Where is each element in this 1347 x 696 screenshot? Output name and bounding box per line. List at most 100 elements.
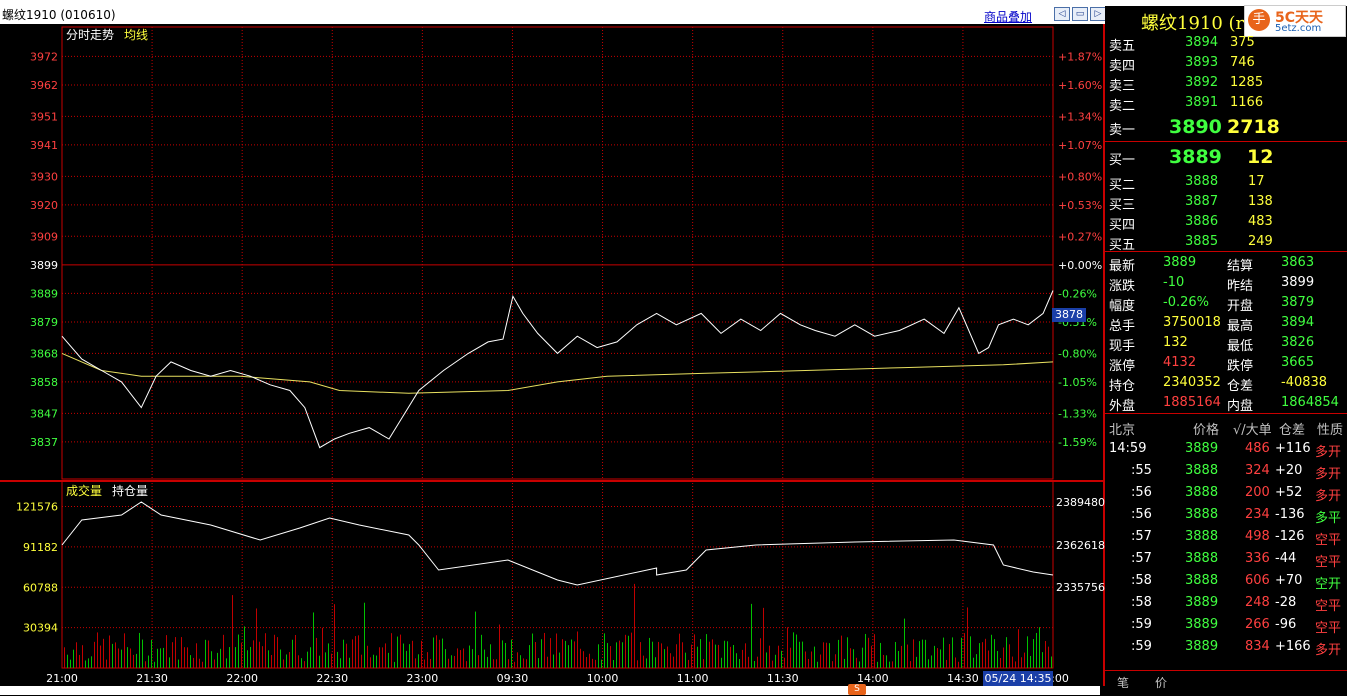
tick-price: 3888: [1185, 529, 1219, 544]
volume-bar: [691, 644, 692, 668]
volume-bar: [703, 659, 704, 668]
volume-bar: [214, 659, 215, 668]
volume-bar: [670, 653, 671, 668]
average-price-line: [61, 352, 1054, 394]
volume-bar: [385, 643, 386, 668]
volume-bar: [103, 638, 104, 668]
pct-tick-label: -1.33%: [1058, 407, 1097, 420]
volume-bar: [1027, 636, 1028, 668]
ask-label: 卖一: [1109, 123, 1136, 138]
volume-bar: [928, 659, 929, 668]
ask-row: 卖三 3892 1285: [1105, 73, 1347, 94]
volume-bar: [76, 642, 77, 668]
tick-nature: 多开: [1315, 467, 1342, 482]
volume-bar: [301, 658, 302, 668]
avg-label: 均线: [124, 28, 148, 42]
stat-value: 4132: [1163, 355, 1197, 370]
volume-bar: [985, 638, 986, 668]
stat-row: 最新 3889 结算 3863: [1105, 253, 1347, 274]
stat-label: 涨停: [1109, 359, 1136, 374]
volume-bar: [595, 659, 596, 668]
volume-bar: [514, 661, 515, 668]
volume-bar: [481, 634, 482, 668]
tab-price[interactable]: 价: [1155, 674, 1167, 691]
volume-bar: [667, 646, 668, 668]
price-line: [61, 290, 1054, 449]
volume-bar: [916, 656, 917, 668]
oi-label: 持仓量: [112, 483, 148, 498]
volume-bar: [796, 634, 797, 668]
volume-bar: [307, 651, 308, 668]
volume-bar: [223, 634, 224, 668]
volume-bar: [730, 646, 731, 668]
tick-volume: 266: [1245, 617, 1270, 632]
volume-bar: [118, 648, 119, 668]
volume-bar: [295, 634, 296, 668]
stat-value: 3879: [1281, 295, 1315, 310]
price-tick-label: 3962: [30, 79, 58, 92]
volume-bar: [526, 659, 527, 668]
volume-bar: [433, 637, 434, 668]
time-tick-label: 09:30: [497, 672, 529, 685]
pct-tick-label: +1.07%: [1058, 139, 1102, 152]
volume-bar: [157, 648, 158, 668]
volume-bar: [955, 657, 956, 668]
tick-row: :55 3888 324 +20 多开: [1105, 461, 1347, 482]
pct-tick-label: +0.80%: [1058, 170, 1102, 183]
ask-price: 3894: [1185, 35, 1219, 50]
volume-bar: [685, 652, 686, 668]
volume-bar: [211, 651, 212, 668]
volume-bar: [424, 659, 425, 668]
price-tick-label: 3858: [30, 376, 58, 389]
tick-time: 14:59: [1109, 441, 1147, 456]
volume-bar: [256, 608, 257, 668]
volume-bar: [151, 639, 152, 668]
volume-bar: [289, 652, 290, 668]
volume-bar: [250, 646, 251, 668]
volume-bar: [367, 645, 368, 668]
volume-bar: [973, 657, 974, 668]
volume-bar: [529, 645, 530, 668]
volume-bar: [742, 649, 743, 668]
volume-bar: [148, 655, 149, 668]
volume-bar: [655, 657, 656, 668]
stat-label: 幅度: [1109, 299, 1136, 314]
tick-nature: 空平: [1315, 533, 1342, 548]
volume-bar: [403, 643, 404, 668]
price-tick-label: 3941: [30, 139, 58, 152]
ask-price: 3892: [1185, 75, 1219, 90]
tick-time: :56: [1131, 507, 1152, 522]
volume-bar: [397, 636, 398, 668]
volume-bar: [748, 656, 749, 668]
tick-time: :55: [1131, 463, 1152, 478]
volume-bar: [208, 640, 209, 668]
stat-label: 现手: [1109, 339, 1136, 354]
volume-bar: [610, 646, 611, 668]
price-tick-label: 3837: [30, 436, 58, 449]
tick-nature: 空开: [1315, 577, 1342, 592]
tick-volume: 200: [1245, 485, 1270, 500]
volume-bar: [94, 641, 95, 668]
stat-label: 昨结: [1227, 279, 1254, 294]
volume-bar: [676, 644, 677, 668]
intraday-chart[interactable]: 3972 +1.87% 3962 +1.60% 3951 +1.34% 3941 +1.07%…: [0, 0, 1105, 686]
volume-bar: [637, 660, 638, 668]
volume-bar: [1039, 627, 1040, 668]
volume-bar: [838, 639, 839, 668]
volume-bar: [832, 661, 833, 668]
tick-price: 3889: [1185, 639, 1219, 654]
volume-bar: [325, 652, 326, 668]
volume-bar: [394, 661, 395, 668]
tab-ticks[interactable]: 笔: [1117, 674, 1129, 691]
volume-bar: [577, 631, 578, 668]
volume-bar: [643, 655, 644, 668]
volume-bar: [229, 647, 230, 668]
volume-bar: [889, 661, 890, 668]
ime-icon[interactable]: S: [848, 684, 866, 695]
volume-bar: [412, 640, 413, 668]
volume-bar: [235, 647, 236, 668]
volume-bar: [442, 638, 443, 668]
tick-row: :59 3889 834 +166 多开: [1105, 637, 1347, 658]
pct-tick-label: +0.53%: [1058, 199, 1102, 212]
tick-volume: 336: [1245, 551, 1270, 566]
